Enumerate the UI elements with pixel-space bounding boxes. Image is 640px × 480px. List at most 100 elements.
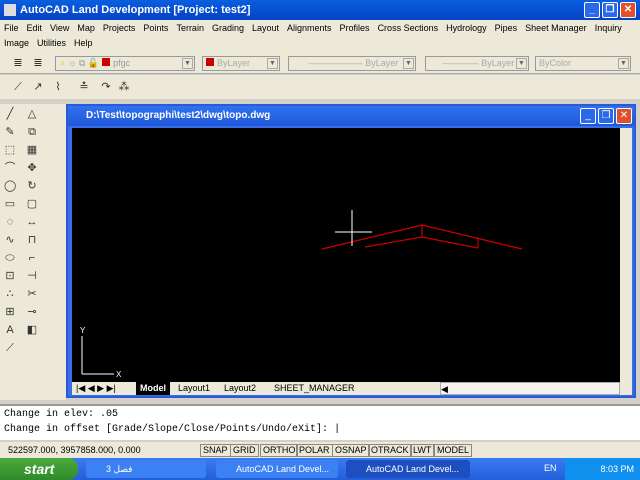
- tab-layout1[interactable]: Layout1: [178, 382, 210, 395]
- linetype-dropdown[interactable]: —————— ByLayer ▼: [288, 56, 416, 71]
- menu-profiles[interactable]: Profiles: [336, 20, 374, 35]
- tool-icon[interactable]: ✥: [26, 162, 38, 174]
- properties-toolbar: ≣ ≣ ♀ ☼ ⧉ 🔓 pfgc ▼ ByLayer ▼ —————— ByLayer…: [0, 52, 640, 74]
- command-prompt[interactable]: Change in offset [Grade/Slope/Close/Poin…: [0, 423, 640, 436]
- restore-button[interactable]: ❐: [602, 2, 618, 18]
- menu-grading[interactable]: Grading: [208, 20, 248, 35]
- arc-icon[interactable]: ↷: [100, 81, 112, 93]
- toggle-snap[interactable]: SNAP: [200, 444, 231, 457]
- command-history: Change in elev: .05: [4, 409, 119, 420]
- tool-icon[interactable]: ◌: [4, 216, 16, 228]
- doc-restore-button[interactable]: ❐: [598, 108, 614, 124]
- language-indicator[interactable]: EN: [544, 463, 557, 473]
- tab-model[interactable]: Model: [136, 382, 170, 395]
- tab-nav-buttons[interactable]: |◀ ◀ ▶ ▶|: [76, 382, 116, 395]
- tool-icon[interactable]: ◧: [26, 324, 38, 336]
- close-button[interactable]: ✕: [620, 2, 636, 18]
- menu-hydrology[interactable]: Hydrology: [442, 20, 491, 35]
- color-dropdown[interactable]: ByLayer ▼: [202, 56, 280, 71]
- drawing-title: D:\Test\topographi\test2\dwg\topo.dwg: [68, 106, 634, 126]
- lineweight-dropdown[interactable]: ———— ByLayer ▼: [425, 56, 529, 71]
- left-toolbars: ╱ ✎ ⬚ ⌒ ◯ ▭ ◌ ∿ ⬭ ⊡ ∴ ⊞ A ⟋ △ ⧉ ▦ ✥ ↻ ▢ ↔ ⊓ ⌐ ⊣ ✂ ⊸ ◧: [0, 104, 66, 400]
- tool-icon[interactable]: ↻: [26, 180, 38, 192]
- layout-tabs: |◀ ◀ ▶ ▶| Model Layout1 Layout2 SHEET_MA…: [72, 382, 632, 395]
- menu-edit[interactable]: Edit: [23, 20, 47, 35]
- hatch-icon[interactable]: ⁂: [118, 81, 130, 93]
- tool-icon[interactable]: ⊸: [26, 306, 38, 318]
- taskbar-folder[interactable]: فصل 3: [86, 460, 206, 478]
- menu-sheet-manager[interactable]: Sheet Manager: [521, 20, 591, 35]
- tool-icon[interactable]: ⟋: [4, 342, 16, 354]
- toggle-polar[interactable]: POLAR: [296, 444, 333, 457]
- draw-toolbar-top: ⟋ ↗ ⌇ ≛ ↷ ⁂: [0, 75, 640, 99]
- tool-icon[interactable]: ∿: [4, 234, 16, 246]
- clock: 8:03 PM: [600, 464, 634, 474]
- taskbar-autocad-2[interactable]: AutoCAD Land Devel...: [346, 460, 470, 478]
- tool-icon[interactable]: ∴: [4, 288, 16, 300]
- menu-inquiry[interactable]: Inquiry: [591, 20, 626, 35]
- start-button[interactable]: start: [0, 458, 78, 480]
- menu-view[interactable]: View: [46, 20, 73, 35]
- tool-icon[interactable]: ✎: [4, 126, 16, 138]
- tool-icon[interactable]: ⬚: [4, 144, 16, 156]
- plotstyle-dropdown[interactable]: ByColor ▼: [535, 56, 631, 71]
- layer-manager-icon[interactable]: ≣: [12, 57, 24, 69]
- toggle-otrack[interactable]: OTRACK: [368, 444, 412, 457]
- toggle-model[interactable]: MODEL: [434, 444, 473, 457]
- text-style-icon[interactable]: ≛: [78, 81, 90, 93]
- tool-icon[interactable]: ⊡: [4, 270, 16, 282]
- app-icon: [4, 4, 16, 16]
- tool-icon[interactable]: ⌒: [4, 162, 16, 174]
- tool-icon[interactable]: ⊣: [26, 270, 38, 282]
- toggle-ortho[interactable]: ORTHO: [260, 444, 299, 457]
- tool-icon[interactable]: ▦: [26, 144, 38, 156]
- drawing-canvas[interactable]: Y X: [72, 128, 620, 382]
- menu-map[interactable]: Map: [73, 20, 99, 35]
- tool-icon[interactable]: ⊞: [4, 306, 16, 318]
- doc-close-button[interactable]: ✕: [616, 108, 632, 124]
- vertical-scrollbar[interactable]: [620, 128, 632, 382]
- toggle-lwt[interactable]: LWT: [410, 444, 435, 457]
- menu-help[interactable]: Help: [70, 35, 97, 50]
- taskbar-autocad-1[interactable]: AutoCAD Land Devel...: [216, 460, 338, 478]
- menu-points[interactable]: Points: [139, 20, 172, 35]
- menu-layout[interactable]: Layout: [248, 20, 283, 35]
- ucs-x-label: X: [116, 370, 122, 379]
- layer-color-swatch: [102, 58, 111, 66]
- tool-icon[interactable]: ↔: [26, 216, 38, 228]
- tab-layout2[interactable]: Layout2: [224, 382, 256, 395]
- menu-pipes[interactable]: Pipes: [491, 20, 522, 35]
- menu-alignments[interactable]: Alignments: [283, 20, 336, 35]
- polyline-edit-icon[interactable]: ⌇: [52, 81, 64, 93]
- layer-dropdown[interactable]: ♀ ☼ ⧉ 🔓 pfgc ▼: [55, 56, 195, 71]
- menu-terrain[interactable]: Terrain: [172, 20, 208, 35]
- menu-utilities[interactable]: Utilities: [33, 35, 70, 50]
- tool-icon[interactable]: ▭: [4, 198, 16, 210]
- menu-cross-sections[interactable]: Cross Sections: [374, 20, 443, 35]
- tool-icon[interactable]: ⊓: [26, 234, 38, 246]
- horizontal-scrollbar[interactable]: ◀: [440, 382, 620, 395]
- tool-icon[interactable]: A: [4, 324, 16, 336]
- menu-file[interactable]: File: [0, 20, 23, 35]
- tool-icon[interactable]: ⌐: [26, 252, 38, 264]
- tool-icon[interactable]: ⧉: [26, 126, 38, 138]
- line-icon[interactable]: ⟋: [12, 81, 24, 93]
- menu-image[interactable]: Image: [0, 35, 33, 50]
- minimize-button[interactable]: _: [584, 2, 600, 18]
- toggle-osnap[interactable]: OSNAP: [332, 444, 370, 457]
- tab-sheet-manager[interactable]: SHEET_MANAGER: [274, 382, 355, 395]
- layer-previous-icon[interactable]: ≣: [32, 57, 44, 69]
- doc-minimize-button[interactable]: _: [580, 108, 596, 124]
- ucs-icon: [81, 336, 114, 375]
- menu-projects[interactable]: Projects: [99, 20, 140, 35]
- tool-icon[interactable]: ◯: [4, 180, 16, 192]
- polyline-icon[interactable]: ↗: [32, 81, 44, 93]
- tool-icon[interactable]: ▢: [26, 198, 38, 210]
- tool-icon[interactable]: ╱: [4, 108, 16, 120]
- tool-icon[interactable]: ⬭: [4, 252, 16, 264]
- menu-bar: File Edit View Map Projects Points Terrain Grad…: [0, 20, 640, 52]
- tool-icon[interactable]: ✂: [26, 288, 38, 300]
- tool-icon[interactable]: △: [26, 108, 38, 120]
- command-line[interactable]: Change in elev: .05 Change in offset [Gr…: [0, 404, 640, 440]
- toggle-grid[interactable]: GRID: [230, 444, 259, 457]
